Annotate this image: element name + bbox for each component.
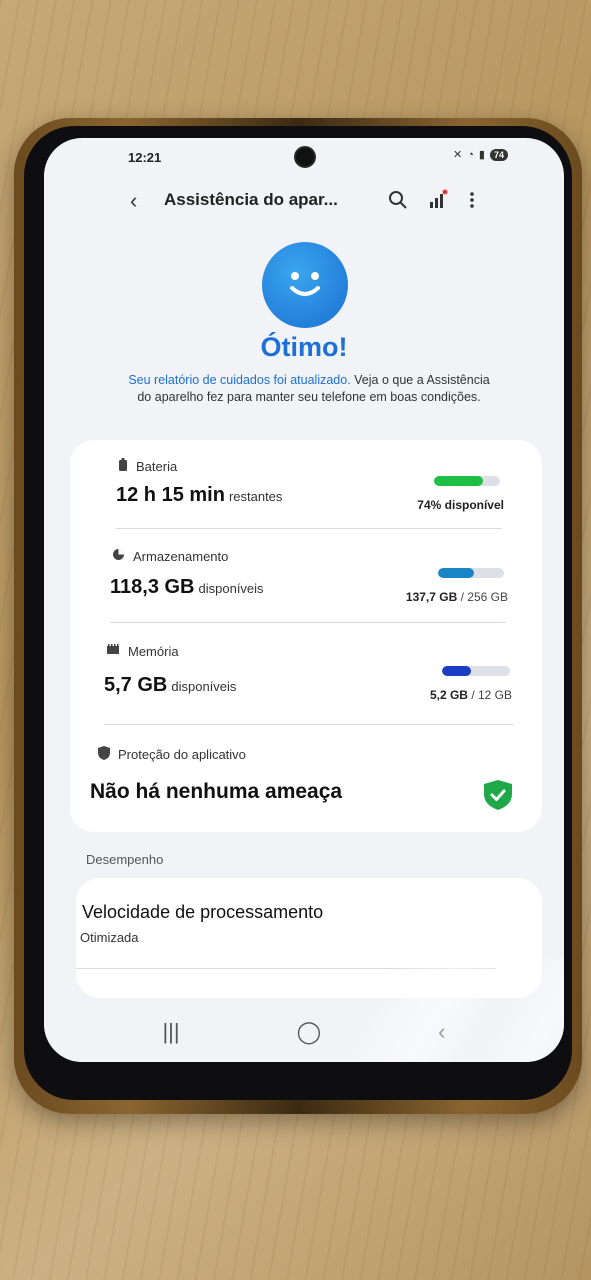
search-icon[interactable] bbox=[384, 186, 412, 214]
storage-header: Armazenamento bbox=[112, 548, 228, 564]
battery-value[interactable]: 12 h 15 min restantes bbox=[116, 484, 282, 507]
status-title: Ótimo! bbox=[260, 332, 348, 362]
phone-screen: 12:21 ✕ ◔ ▮ 74 ‹ Assistência do apar... … bbox=[44, 138, 564, 1062]
status-time: 12:21 bbox=[128, 150, 162, 165]
storage-suffix: disponíveis bbox=[198, 581, 264, 596]
back-arrow-icon[interactable]: ‹ bbox=[130, 188, 137, 214]
smiley-status-icon bbox=[262, 242, 348, 328]
performance-card[interactable]: Velocidade de processamento Otimizada bbox=[76, 878, 542, 998]
battery-bar-fill bbox=[434, 476, 483, 486]
storage-amount: 118,3 GB bbox=[110, 576, 195, 598]
divider bbox=[110, 622, 506, 623]
memory-amount: 5,7 GB bbox=[104, 674, 168, 696]
processing-speed-title: Velocidade de processamento bbox=[82, 902, 324, 922]
memory-bar bbox=[442, 666, 510, 676]
nav-back-icon[interactable]: ‹ bbox=[438, 1019, 445, 1045]
battery-caption: 74% disponível bbox=[417, 498, 504, 512]
memory-caption: 5,2 GB / 12 GB bbox=[370, 688, 512, 702]
signal-bars-icon[interactable] bbox=[424, 186, 452, 214]
page-title: Assistência do apar... bbox=[164, 190, 338, 209]
battery-time: 12 h 15 min bbox=[116, 484, 225, 506]
status-description: Seu relatório de cuidados foi atualizado… bbox=[124, 372, 494, 406]
shield-check-icon bbox=[484, 780, 512, 810]
signal-icon: ▮ bbox=[478, 149, 485, 161]
mute-icon: ✕ bbox=[453, 149, 463, 161]
recents-icon[interactable]: ||| bbox=[162, 1019, 179, 1045]
memory-suffix: disponíveis bbox=[171, 679, 237, 694]
protection-status[interactable]: Não há nenhuma ameaça bbox=[90, 780, 342, 804]
more-vertical-icon[interactable] bbox=[458, 186, 486, 214]
storage-bar bbox=[438, 568, 504, 578]
status-icons: ✕ ◔ ▮ 74 bbox=[453, 148, 508, 161]
divider bbox=[116, 528, 502, 529]
device-status-card: Bateria 12 h 15 min restantes 74% disponí… bbox=[70, 440, 542, 832]
battery-label: Bateria bbox=[136, 459, 178, 474]
protection-label: Proteção do aplicativo bbox=[118, 747, 246, 762]
memory-chip-icon bbox=[106, 644, 120, 659]
battery-icon bbox=[118, 458, 128, 475]
storage-bar-fill bbox=[438, 568, 474, 578]
divider bbox=[104, 724, 514, 725]
memory-used: 5,2 GB bbox=[429, 688, 468, 702]
memory-total: / 12 GB bbox=[471, 688, 512, 702]
battery-header: Bateria bbox=[118, 458, 177, 475]
storage-used: 137,7 GB bbox=[405, 590, 458, 604]
memory-value[interactable]: 5,7 GB disponíveis bbox=[104, 674, 236, 697]
top-bar: ‹ Assistência do apar... bbox=[44, 180, 564, 220]
navigation-bar: ||| ◯ ‹ bbox=[44, 1002, 564, 1062]
pie-chart-icon bbox=[112, 548, 125, 564]
wifi-icon: ◔ bbox=[467, 148, 474, 161]
battery-icon: 74 bbox=[489, 148, 508, 161]
storage-total: / 256 GB bbox=[460, 590, 508, 604]
memory-header: Memória bbox=[106, 644, 179, 659]
report-link[interactable]: Seu relatório de cuidados foi atualizado… bbox=[128, 373, 350, 387]
protection-header: Proteção do aplicativo bbox=[98, 746, 246, 763]
status-bar: 12:21 ✕ ◔ ▮ 74 bbox=[44, 144, 564, 170]
home-icon[interactable]: ◯ bbox=[297, 1019, 322, 1045]
memory-bar-fill bbox=[442, 666, 472, 676]
memory-label: Memória bbox=[128, 644, 179, 659]
shield-small-icon bbox=[98, 746, 110, 763]
battery-suffix: restantes bbox=[228, 489, 283, 504]
processing-speed-status: Otimizada bbox=[80, 930, 139, 945]
storage-label: Armazenamento bbox=[133, 548, 229, 564]
storage-caption: 137,7 GB / 256 GB bbox=[370, 590, 508, 604]
battery-bar bbox=[434, 476, 500, 486]
performance-section-label: Desempenho bbox=[86, 852, 164, 867]
storage-value[interactable]: 118,3 GB disponíveis bbox=[110, 576, 264, 599]
divider bbox=[76, 968, 496, 969]
